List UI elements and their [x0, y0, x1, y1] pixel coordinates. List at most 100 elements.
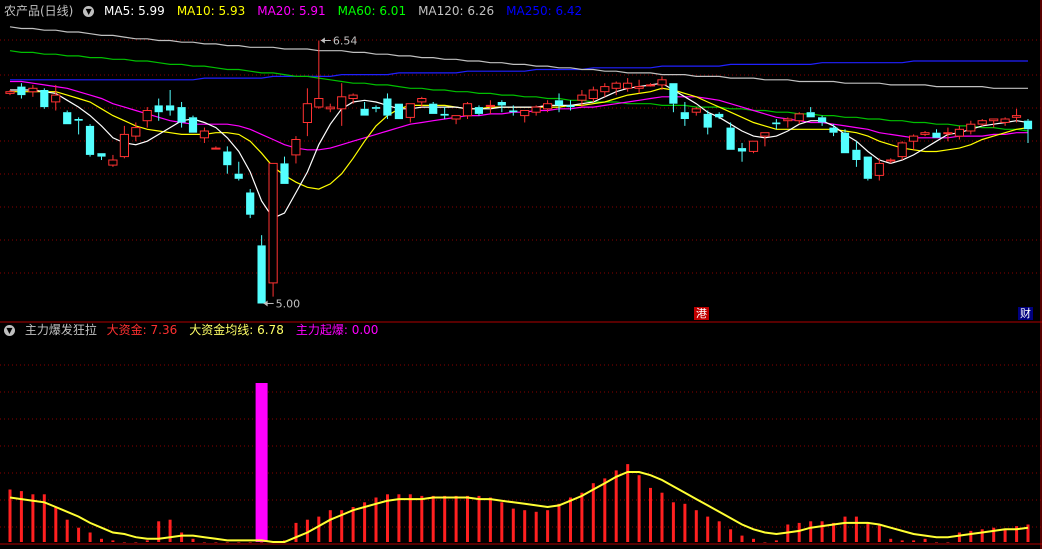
candle — [257, 245, 266, 304]
candle — [348, 94, 358, 99]
candle — [760, 132, 770, 137]
dazijin-bar — [980, 529, 984, 542]
dazijin-bar — [122, 542, 126, 543]
candle — [131, 127, 141, 137]
dazijin-bar — [706, 516, 710, 542]
candle — [920, 132, 930, 135]
dazijin-bar — [351, 507, 355, 542]
dazijin-bar — [443, 495, 447, 542]
dazijin-bar — [225, 542, 229, 543]
candle — [451, 115, 461, 120]
dazijin-bar — [843, 516, 847, 542]
candle — [17, 86, 26, 96]
candle — [657, 79, 667, 86]
candle — [325, 106, 335, 110]
candle — [74, 119, 83, 121]
candle — [566, 105, 575, 108]
candle — [108, 159, 118, 166]
dazijin-bar — [809, 521, 813, 542]
dazijin-bar — [534, 511, 538, 542]
candle — [211, 147, 221, 150]
dazijin-ma-line — [9, 471, 1029, 543]
hk-tag[interactable]: 港 — [694, 307, 709, 320]
dazijin-bar — [88, 532, 92, 542]
candle — [600, 86, 610, 93]
candle — [234, 173, 243, 179]
candle — [691, 108, 701, 113]
dazijin-bar — [729, 529, 733, 542]
candle — [863, 156, 872, 179]
dazijin-bar — [180, 532, 184, 542]
candle — [520, 110, 530, 117]
dazijin-bar — [328, 510, 332, 542]
candle — [1000, 118, 1010, 123]
candle — [177, 107, 186, 123]
dazijin-bar — [100, 538, 103, 542]
candle — [680, 112, 689, 119]
candle — [794, 113, 804, 122]
candle — [577, 94, 587, 101]
dazijin-bar — [877, 524, 881, 542]
dazijin-bar — [614, 470, 618, 542]
candle — [703, 113, 712, 128]
dazijin-bar — [65, 519, 69, 542]
dazijin-bar — [820, 521, 824, 542]
dazijin-bar — [671, 502, 675, 543]
candle — [806, 112, 815, 118]
candle — [119, 133, 130, 158]
dazijin-bar — [946, 542, 950, 543]
candle — [531, 106, 541, 113]
dazijin-bar — [134, 542, 138, 543]
candle — [417, 98, 427, 103]
dazijin-bar — [202, 542, 206, 543]
candle — [645, 84, 656, 87]
dazijin-bar — [626, 464, 630, 542]
dazijin-bar — [511, 508, 515, 542]
candle — [314, 98, 324, 108]
dazijin-bar — [969, 530, 973, 542]
dazijin-bar — [237, 542, 241, 543]
dazijin-bar — [54, 507, 58, 542]
dazijin-bar — [500, 502, 504, 543]
candle — [440, 113, 449, 116]
candle — [199, 130, 210, 139]
candle — [280, 163, 289, 184]
candle — [840, 132, 850, 154]
candle — [166, 105, 175, 111]
dazijin-bar — [923, 538, 927, 542]
financial-tag[interactable]: 财 — [1018, 307, 1033, 320]
candle — [726, 127, 735, 150]
high-price-label: 6.54 — [333, 34, 358, 47]
candle — [509, 110, 518, 113]
candle — [852, 149, 861, 160]
high-arrow-head — [320, 37, 325, 44]
dazijin-bar — [957, 532, 961, 542]
dazijin-bar — [431, 495, 435, 542]
candle — [246, 192, 255, 215]
candle — [302, 103, 312, 123]
candle — [669, 83, 678, 104]
zhuli-qibao-bar — [255, 383, 268, 542]
dazijin-bar — [637, 475, 641, 542]
candle — [268, 162, 278, 284]
dazijin-bar — [660, 492, 664, 542]
candle — [154, 105, 163, 113]
candle — [371, 107, 381, 109]
candle — [5, 91, 15, 94]
dazijin-bar — [523, 510, 527, 542]
candle — [291, 139, 301, 156]
dazijin-bar — [569, 497, 572, 542]
dazijin-bar — [580, 492, 584, 542]
dazijin-bar — [889, 538, 893, 542]
candle — [405, 103, 415, 118]
dazijin-bar — [191, 538, 195, 542]
candle — [909, 135, 919, 142]
dazijin-bar — [900, 540, 904, 542]
candlestick-chart[interactable]: 6.54 5.00 — [0, 0, 1042, 549]
dazijin-bar — [649, 487, 652, 542]
dazijin-bar — [557, 503, 561, 542]
dazijin-bar — [77, 527, 81, 542]
candle — [554, 100, 564, 106]
candle — [634, 86, 644, 89]
candle — [28, 87, 38, 93]
